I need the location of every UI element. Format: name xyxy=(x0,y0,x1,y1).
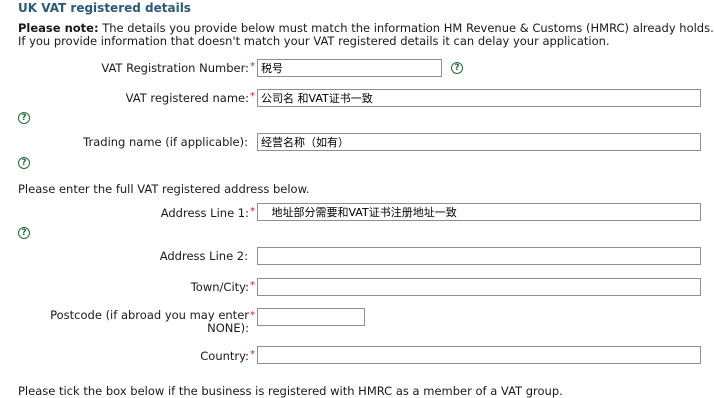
required-asterisk: * xyxy=(250,61,255,72)
address-line1-help-icon[interactable]: ? xyxy=(18,227,30,239)
vat-name-input[interactable] xyxy=(257,89,701,107)
address-line1-label: Address Line 1:* xyxy=(160,206,255,220)
address-intro-text: Please enter the full VAT registered add… xyxy=(18,182,310,196)
town-city-label: Town/City:* xyxy=(190,280,255,294)
section-title: UK VAT registered details xyxy=(18,1,191,15)
trading-name-input[interactable] xyxy=(257,133,701,151)
address-line1-input[interactable] xyxy=(257,203,701,221)
note-text-line2: If you provide information that doesn't … xyxy=(18,34,610,48)
postcode-label: Postcode (if abroad you may enter* NONE)… xyxy=(50,308,255,335)
required-asterisk: * xyxy=(250,349,255,360)
trading-name-label: Trading name (if applicable): xyxy=(83,135,248,149)
vat-name-help-icon[interactable]: ? xyxy=(18,112,30,124)
required-asterisk: * xyxy=(250,310,255,321)
address-line2-label: Address Line 2: xyxy=(159,249,248,263)
note-lead: Please note: xyxy=(18,21,99,35)
vat-name-label: VAT registered name:* xyxy=(125,91,255,105)
required-asterisk: * xyxy=(250,91,255,102)
postcode-input[interactable] xyxy=(257,308,365,326)
vat-group-instruction: Please tick the box below if the busines… xyxy=(18,384,563,398)
required-asterisk: * xyxy=(250,280,255,291)
vat-number-label: VAT Registration Number:* xyxy=(101,61,255,75)
address-line2-input[interactable] xyxy=(257,247,701,265)
country-label: Country:* xyxy=(200,349,255,363)
trading-name-help-icon[interactable]: ? xyxy=(18,157,30,169)
country-input[interactable] xyxy=(257,346,701,364)
vat-number-help-icon[interactable]: ? xyxy=(451,62,463,74)
required-asterisk: * xyxy=(250,206,255,217)
note-text-line1: The details you provide below must match… xyxy=(98,21,714,35)
town-city-input[interactable] xyxy=(257,278,701,296)
vat-number-input[interactable] xyxy=(257,59,442,77)
important-note: Please note: The details you provide bel… xyxy=(18,22,714,48)
